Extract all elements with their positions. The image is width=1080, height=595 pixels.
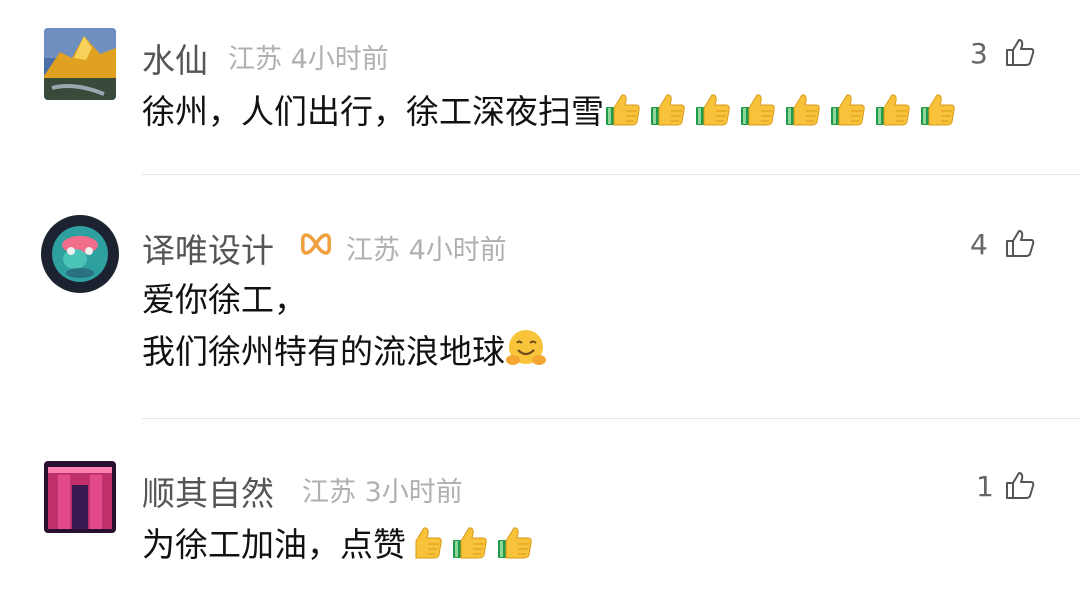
comment-meta: 江苏 4小时前 xyxy=(346,228,507,267)
like-count: 1 xyxy=(976,470,994,503)
comment-text: 为徐工加油，点赞 xyxy=(142,519,541,571)
thumbs-up-outline-icon xyxy=(1006,472,1035,499)
comment-line: 爱你徐工， xyxy=(142,280,307,319)
thumbs-up-emoji xyxy=(829,91,867,129)
user-avatar[interactable] xyxy=(41,215,119,293)
location-label: 江苏 xyxy=(228,44,282,75)
location-label: 江苏 xyxy=(346,235,400,266)
comment-meta: 江苏 4小时前 xyxy=(228,37,389,76)
hugging-face-emoji xyxy=(505,327,547,369)
thumbs-up-emoji xyxy=(649,91,687,129)
thumbs-up-emoji xyxy=(451,524,489,562)
time-label: 4小时前 xyxy=(290,44,389,75)
thumbs-up-outline-icon xyxy=(1006,39,1035,66)
thumbs-up-emoji xyxy=(919,91,957,129)
thumbs-up-emoji xyxy=(406,524,444,562)
thumbs-up-emoji xyxy=(694,91,732,129)
thumbs-up-emoji xyxy=(604,91,642,129)
mountain-landscape-avatar-icon xyxy=(44,28,116,100)
thumbs-up-outline-icon xyxy=(1006,230,1035,257)
like-button[interactable] xyxy=(1004,36,1036,68)
like-count: 3 xyxy=(970,37,988,70)
thumbs-up-emoji xyxy=(784,91,822,129)
comment-meta: 江苏 3小时前 xyxy=(302,470,463,509)
thumbs-emoji-group xyxy=(406,525,541,564)
comment-text: 徐州，人们出行，徐工深夜扫雪 xyxy=(142,86,964,138)
thumbs-up-emoji xyxy=(496,524,534,562)
comment-line: 徐州，人们出行，徐工深夜扫雪 xyxy=(142,92,604,131)
user-avatar[interactable] xyxy=(44,28,116,100)
location-label: 江苏 xyxy=(302,477,356,508)
comment-item: 水仙 江苏 4小时前 3 徐州，人们出行，徐工深夜扫雪 xyxy=(0,0,1080,175)
globe-avatar-icon xyxy=(41,215,119,293)
time-label: 3小时前 xyxy=(364,477,463,508)
neon-building-avatar-icon xyxy=(44,461,116,533)
comment-line: 我们徐州特有的流浪地球 xyxy=(142,332,505,371)
verified-badge-icon xyxy=(299,229,333,259)
user-name[interactable]: 顺其自然 xyxy=(142,467,274,515)
user-name[interactable]: 译唯设计 xyxy=(142,224,274,272)
thumbs-up-emoji xyxy=(874,91,912,129)
comment-item: 译唯设计 江苏 4小时前 4 爱你徐工， 我们徐州特有的流浪地球 xyxy=(0,175,1080,418)
comment-text: 爱你徐工， 我们徐州特有的流浪地球 xyxy=(142,274,554,378)
comment-line: 为徐工加油，点赞 xyxy=(142,525,406,564)
thumbs-emoji-group xyxy=(604,92,964,131)
time-label: 4小时前 xyxy=(408,235,507,266)
like-button[interactable] xyxy=(1004,469,1036,501)
comment-item: 顺其自然 江苏 3小时前 1 为徐工加油，点赞 xyxy=(0,419,1080,595)
user-name[interactable]: 水仙 xyxy=(142,34,208,82)
thumbs-up-emoji xyxy=(739,91,777,129)
like-button[interactable] xyxy=(1004,227,1036,259)
like-count: 4 xyxy=(970,228,988,261)
user-avatar[interactable] xyxy=(44,461,116,533)
